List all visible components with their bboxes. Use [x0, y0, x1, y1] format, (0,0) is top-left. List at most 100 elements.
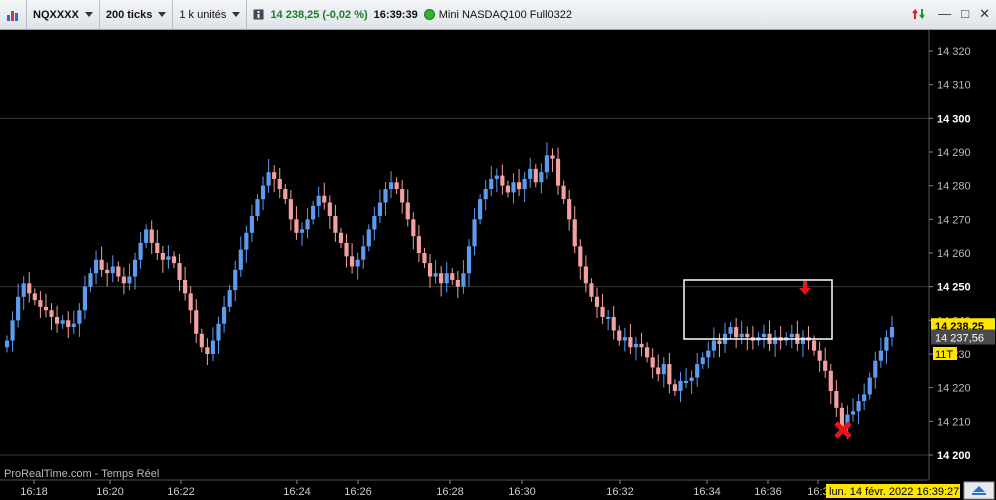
candle-body [132, 259, 138, 277]
candle-body [338, 232, 344, 243]
time-tick-label: 16:3 [807, 486, 828, 498]
candle-body [834, 391, 839, 408]
time-tick-label: 16:34 [693, 486, 721, 498]
minimize-icon[interactable]: — [938, 7, 951, 21]
candle-body [511, 182, 516, 193]
candle-body [639, 343, 644, 348]
price-tick-label: 14 310 [937, 80, 971, 92]
candle-body [21, 283, 26, 297]
candle-body [255, 199, 260, 216]
candle-body [522, 178, 527, 190]
candle-body [583, 266, 588, 284]
candle-body [611, 316, 616, 331]
price-tick-label: 14 210 [937, 416, 971, 428]
close-icon[interactable]: ✕ [979, 7, 990, 21]
candle-body [422, 253, 427, 264]
candle-body [789, 333, 794, 338]
candle-body [105, 269, 110, 274]
cursor-time-text: lun. 14 févr. 2022 16:39:27 [829, 486, 959, 498]
candle-body [884, 337, 889, 351]
time-tick-label: 16:18 [20, 486, 48, 498]
time-tick-label: 16:36 [754, 486, 782, 498]
price-tick-label: 14 220 [937, 383, 971, 395]
trend-arrows-icon[interactable] [912, 7, 928, 21]
candle-body [850, 411, 856, 415]
candle-body [717, 340, 722, 344]
candle-body [138, 242, 143, 260]
candle-body [194, 310, 199, 334]
candle-body [494, 175, 499, 179]
candle-body [66, 320, 71, 328]
candle-body [311, 205, 316, 220]
candle-body [405, 202, 410, 220]
candle-body [572, 219, 577, 247]
candle-body [528, 168, 533, 179]
candle-body [316, 195, 321, 206]
candle-body [427, 263, 433, 277]
candle-body [761, 333, 767, 338]
time-tick-label: 16:20 [96, 486, 124, 498]
candle-body [594, 296, 600, 307]
candle-body [266, 172, 271, 186]
maximize-icon[interactable]: □ [961, 7, 969, 21]
candle-body [372, 215, 377, 230]
time-tick-label: 16:28 [436, 486, 464, 498]
candle-body [811, 340, 817, 351]
time-cursor-label: lun. 14 févr. 2022 16:39:27 [826, 484, 960, 498]
candle-body [4, 340, 10, 348]
candle-body [305, 219, 310, 230]
candle-body [149, 229, 154, 243]
candle-body [188, 293, 193, 311]
candle-body [505, 185, 511, 193]
scroll-end-button[interactable] [963, 481, 995, 500]
chart-toolbar: NQXXXX 200 ticks 1 k unités 14 238,25 (-… [0, 0, 996, 30]
price-chart[interactable]: 14 320 14 310 14 300 14 290 14 280 14 270 14 2… [0, 30, 996, 500]
candle-body [71, 323, 76, 328]
ticks-selector[interactable]: 200 ticks [100, 0, 174, 29]
candle-body [55, 316, 60, 324]
candle-body [205, 347, 210, 354]
chevron-down-icon [232, 12, 241, 17]
ticks-label: 200 ticks [105, 8, 153, 21]
candle-body [628, 337, 633, 348]
candle-body [82, 286, 88, 311]
candle-body [38, 300, 43, 307]
candle-body [544, 155, 549, 173]
candle-body [661, 364, 666, 375]
candle-body [439, 273, 444, 284]
candle-body [817, 350, 822, 361]
candle-body [489, 178, 494, 190]
candle-body [728, 327, 733, 334]
candle-body [533, 168, 538, 183]
candle-body [327, 202, 332, 216]
candle-body [77, 310, 82, 324]
candle-body [695, 364, 700, 378]
candle-body [127, 276, 132, 284]
candle-body [216, 323, 221, 341]
candle-body [350, 256, 355, 267]
candle-body [400, 189, 405, 203]
candle-body [160, 253, 165, 260]
symbol-selector[interactable]: NQXXXX [27, 0, 100, 29]
candle-body [233, 269, 238, 291]
status-icon [423, 9, 435, 20]
candle-body [322, 195, 327, 203]
candle-body [773, 337, 778, 344]
units-selector[interactable]: 1 k unités [173, 0, 248, 29]
candle-body [88, 273, 93, 287]
app-menu[interactable] [0, 0, 27, 29]
candle-body [656, 367, 661, 375]
candle-body [238, 249, 243, 270]
candle-body [394, 182, 399, 190]
candle-body [272, 172, 277, 179]
candle-body [483, 189, 488, 200]
candle-body [383, 189, 388, 203]
candle-body [177, 263, 182, 280]
price-tick-label: 14 300 [937, 113, 971, 125]
time-tick-label: 16:30 [508, 486, 536, 498]
info-icon[interactable] [253, 9, 264, 20]
candle-body [878, 350, 883, 361]
quote-info: 14 238,25 (-0,02 %) 16:39:39 Mini NASDAQ… [247, 0, 578, 29]
price-tick-label: 14 250 [937, 282, 971, 294]
candle-body [249, 215, 254, 233]
